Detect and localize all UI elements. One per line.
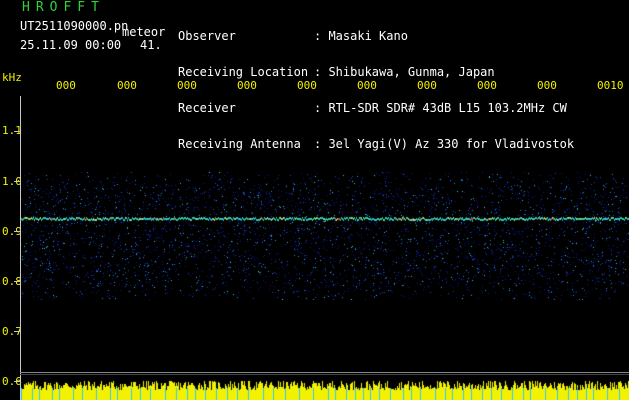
timestamp: 25.11.09 00:00 [20,38,122,52]
info-value-location: : Shibukawa, Gunma, Japan [314,65,495,79]
info-value-receiver: : RTL-SDR SDR# 43dB L15 103.2MHz CW [314,101,567,115]
time-tick: 000 [177,79,197,92]
info-label-receiver: Receiver [178,101,236,115]
info-label-antenna: Receiving Antenna [178,137,301,151]
signal-level-bars [21,372,629,400]
time-tick: 000 [56,79,76,92]
y-axis-tick-mark [14,281,20,282]
y-axis-tick-mark [14,131,20,132]
info-label-observer: Observer [178,29,236,43]
freq-tick: 0.8 [2,275,22,288]
time-tick: 000 [417,79,437,92]
time-tick: 000 [357,79,377,92]
y-axis-tick-mark [14,181,20,182]
time-tick: 000 [297,79,317,92]
time-tick: 0010 [597,79,624,92]
freq-tick: 0.9 [2,225,22,238]
y-axis-tick-mark [14,231,20,232]
freq-tick: 1.0 [2,175,22,188]
time-tick: 000 [477,79,497,92]
hrofft-screen: HROFFT UT2511090000.pn meteor 25.11.09 0… [0,0,629,400]
freq-tick: 0.7 [2,325,22,338]
spectrogram [21,172,629,300]
detection-count: 41. [140,38,162,52]
file-name: UT2511090000.pn [20,19,129,33]
y-axis-tick-mark [14,331,20,332]
info-values: : Masaki Kano : Shibukawa, Gunma, Japan … [314,6,574,174]
file-suffix: meteor [122,25,166,39]
time-tick: 000 [237,79,257,92]
info-label-location: Receiving Location [178,65,309,79]
time-tick: 000 [117,79,137,92]
info-value-observer: : Masaki Kano [314,29,408,43]
y-axis-tick-mark [14,381,20,382]
info-value-antenna: : 3el Yagi(V) Az 330 for Vladivostok [314,137,575,151]
time-tick: 000 [537,79,557,92]
app-title: HROFFT [22,0,105,15]
freq-tick: 0.6 [2,375,22,388]
khz-unit-label: kHz [2,71,22,84]
